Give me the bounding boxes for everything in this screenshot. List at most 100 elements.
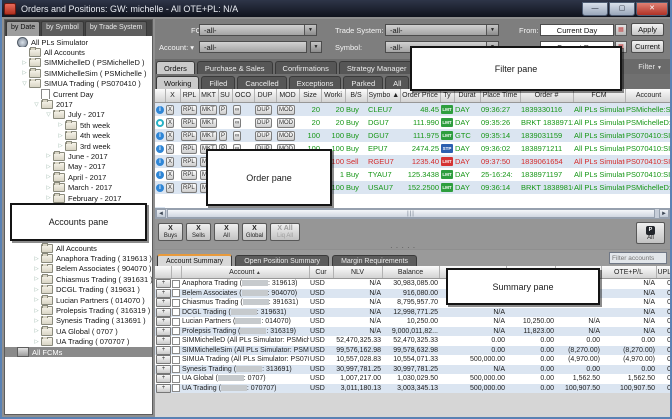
expand-row-button[interactable]: + xyxy=(156,384,171,393)
tree-expander-icon[interactable]: ▷ xyxy=(44,164,53,170)
order-row[interactable]: iXRPLMKTP∞DUPMOD2020BuyCLEU748.45LMTDAY0… xyxy=(155,103,670,117)
column-header-oco[interactable]: OCO xyxy=(232,89,254,103)
order-info-icon[interactable]: i xyxy=(156,106,164,114)
summary-row[interactable]: +Synesis Trading (: 313691)USD30,997,781… xyxy=(155,365,670,375)
expand-row-button[interactable]: + xyxy=(156,298,171,307)
expand-row-button[interactable]: + xyxy=(156,327,171,336)
tree-expander-icon[interactable]: ▷ xyxy=(32,308,41,314)
tree-expander-icon[interactable]: ▷ xyxy=(32,256,41,262)
order-info-icon[interactable] xyxy=(156,119,164,127)
tree-item-lucian-partners-014070[interactable]: ▷Lucian Partners ( 014070 ) xyxy=(5,295,152,305)
tree-item-all-pls-simulator[interactable]: All PLs Simulator xyxy=(5,37,152,47)
tree-item-july-2017[interactable]: ▽July - 2017 xyxy=(5,110,152,120)
account-select-arrow[interactable]: ▼ xyxy=(310,41,322,53)
current-button[interactable]: Current xyxy=(631,40,664,53)
column-header-su[interactable]: SU xyxy=(218,89,232,103)
orders-horizontal-scrollbar[interactable]: ◄ ||| ► xyxy=(155,208,670,219)
duplicate-order-button[interactable]: DUP xyxy=(255,131,272,141)
replace-order-button[interactable]: RPL xyxy=(181,183,197,193)
flatten-all-button[interactable]: P All xyxy=(636,222,665,244)
row-checkbox[interactable] xyxy=(172,337,180,345)
expand-row-button[interactable]: + xyxy=(156,365,171,374)
go-market-button[interactable]: MKT xyxy=(200,105,217,115)
tab-account-summary[interactable]: Account Summary xyxy=(157,254,232,266)
tree-expander-icon[interactable]: ▽ xyxy=(20,81,29,87)
expand-row-button[interactable]: + xyxy=(156,355,171,364)
summary-row[interactable]: +Prolepsis Trading (: 316319)USDN/A9,000… xyxy=(155,327,670,337)
tree-item-belem-associates-904070[interactable]: ▷Belem Associates ( 904070 ) xyxy=(5,264,152,274)
tab-open-position-summary[interactable]: Open Position Summary xyxy=(235,255,329,266)
column-header-order[interactable]: Order # xyxy=(520,89,573,103)
all-button[interactable]: XAll xyxy=(214,223,239,241)
filter-menu[interactable]: Filter ▼ xyxy=(638,62,662,71)
tree-item-5th-week[interactable]: ▷5th week xyxy=(5,120,152,130)
tree-expander-icon[interactable]: ▷ xyxy=(32,276,41,282)
expand-row-button[interactable]: + xyxy=(156,374,171,383)
left-pane-tab-by-trade-system[interactable]: by Trade System xyxy=(85,21,148,36)
duplicate-order-button[interactable]: DUP xyxy=(255,105,272,115)
summary-row[interactable]: +UA Trading (: 070707)USD3,011,180.133,0… xyxy=(155,384,670,394)
summary-row[interactable]: +DCGL Trading (: 319631)USDN/A12,998,771… xyxy=(155,308,670,318)
filter-accounts-input[interactable] xyxy=(609,252,667,264)
column-header-size[interactable]: Size xyxy=(299,89,321,103)
row-checkbox[interactable] xyxy=(172,299,180,307)
tree-item-3rd-week[interactable]: ▷3rd week xyxy=(5,141,152,151)
sells-button[interactable]: XSells xyxy=(186,223,211,241)
scroll-left-icon[interactable]: ◄ xyxy=(156,209,166,218)
column-header-x[interactable]: X xyxy=(165,89,180,103)
tree-expander-icon[interactable]: ▷ xyxy=(32,339,41,345)
column-header-nlv[interactable]: NLV xyxy=(333,266,382,279)
account-label[interactable]: Account: ▾ xyxy=(159,43,194,52)
tab-orders[interactable]: Orders xyxy=(156,61,195,74)
order-info-icon[interactable]: i xyxy=(156,158,164,166)
tree-item-april-2017[interactable]: ▷April - 2017 xyxy=(5,172,152,182)
order-info-icon[interactable]: i xyxy=(156,132,164,140)
summary-row[interactable]: +Lucian Partners (: 014070)USDN/A10,250.… xyxy=(155,317,670,327)
column-header-rpl[interactable]: RPL xyxy=(180,89,199,103)
expand-row-button[interactable]: + xyxy=(156,289,171,298)
row-checkbox[interactable] xyxy=(172,289,180,297)
tab-purchase-sales[interactable]: Purchase & Sales xyxy=(197,61,273,74)
scroll-right-icon[interactable]: ► xyxy=(659,209,669,218)
column-header-fcm[interactable]: FCM xyxy=(573,89,625,103)
modify-order-button[interactable]: MOD xyxy=(277,105,295,115)
tree-expander-icon[interactable]: ▷ xyxy=(56,122,65,128)
replace-order-button[interactable]: RPL xyxy=(181,144,197,154)
tree-item-ua-global-0707[interactable]: ▷UA Global ( 0707 ) xyxy=(5,326,152,336)
tab-working[interactable]: Working xyxy=(156,76,199,89)
modify-order-button[interactable]: MOD xyxy=(277,131,295,141)
tab-filled[interactable]: Filled xyxy=(201,76,235,89)
oco-link-icon[interactable]: ∞ xyxy=(233,105,241,115)
oco-link-icon[interactable]: ∞ xyxy=(233,131,241,141)
column-header-balance[interactable]: Balance xyxy=(382,266,439,279)
tree-item-all-fcms[interactable]: All FCMs xyxy=(5,347,152,357)
buys-button[interactable]: XBuys xyxy=(158,223,183,241)
go-market-button[interactable]: MKT xyxy=(200,118,217,128)
tab-parked[interactable]: Parked xyxy=(343,76,383,89)
summary-row[interactable]: +SIMMichelleD (All PLs Simulator: PSMich… xyxy=(155,336,670,346)
column-header-mkt[interactable]: MKT xyxy=(199,89,218,103)
trade-system-select[interactable]: -all- ▼ xyxy=(385,24,499,36)
tab-exceptions[interactable]: Exceptions xyxy=(289,76,342,89)
from-date-input[interactable]: Current Day xyxy=(540,24,614,36)
tree-item-4th-week[interactable]: ▷4th week xyxy=(5,131,152,141)
tree-item-ua-trading-070707[interactable]: ▷UA Trading ( 070707 ) xyxy=(5,337,152,347)
left-pane-tab-by-date[interactable]: by Date xyxy=(6,21,40,36)
duplicate-order-button[interactable]: DUP xyxy=(255,118,272,128)
cancel-order-button[interactable]: X xyxy=(166,144,174,154)
column-header-account[interactable]: Account ▲ xyxy=(181,266,309,279)
minimize-button[interactable]: — xyxy=(582,2,608,16)
go-market-button[interactable]: MKT xyxy=(200,131,217,141)
tree-expander-icon[interactable]: ▷ xyxy=(44,153,53,159)
tree-item-march-2017[interactable]: ▷March - 2017 xyxy=(5,182,152,192)
replace-order-button[interactable]: RPL xyxy=(181,118,197,128)
chevron-down-icon[interactable]: ▼ xyxy=(304,25,316,35)
row-checkbox[interactable] xyxy=(172,365,180,373)
column-header-worki[interactable]: Worki xyxy=(321,89,345,103)
tree-item-simmichellesim-psmichelle[interactable]: ▷SIMMichelleSim ( PSMichelle ) xyxy=(5,68,152,78)
cancel-order-button[interactable]: X xyxy=(166,118,174,128)
tree-item-prolepsis-trading-316319[interactable]: ▷Prolepsis Trading ( 316319 ) xyxy=(5,305,152,315)
left-pane-tab-by-symbol[interactable]: by Symbol xyxy=(41,21,84,36)
replace-order-button[interactable]: RPL xyxy=(181,170,197,180)
column-header-order-price[interactable]: Order Price xyxy=(400,89,440,103)
